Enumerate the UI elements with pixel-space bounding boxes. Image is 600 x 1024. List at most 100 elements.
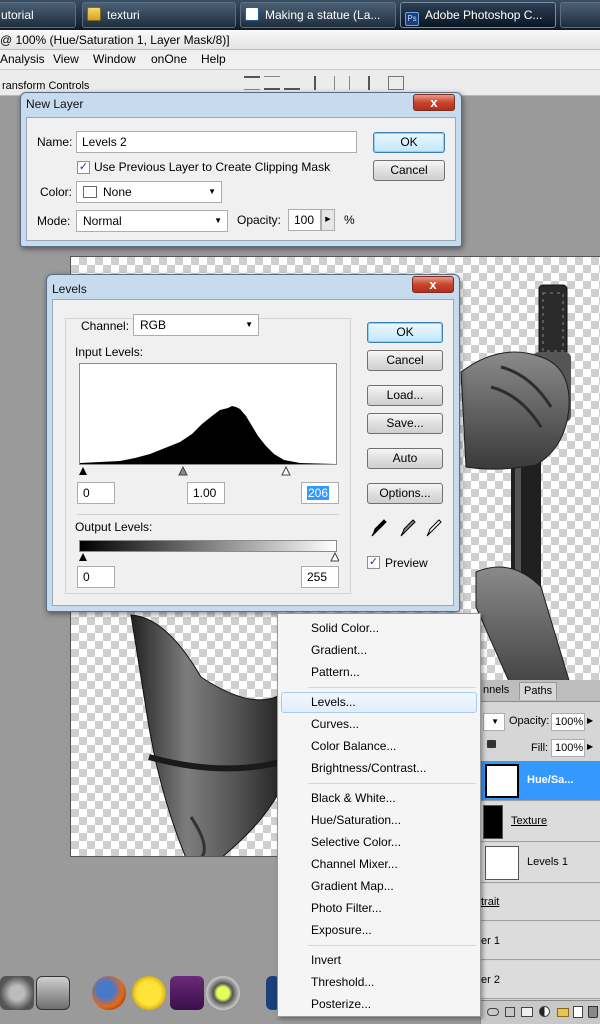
firefox-icon[interactable] xyxy=(92,976,126,1010)
ok-button[interactable]: OK xyxy=(373,132,445,153)
menu-analysis[interactable]: Analysis xyxy=(0,52,45,66)
auto-button[interactable]: Auto xyxy=(367,448,443,469)
menu-item-levels[interactable]: Levels... xyxy=(281,692,477,713)
input-levels-label: Input Levels: xyxy=(75,345,144,359)
taskbar-task-tutorial[interactable]: utorial xyxy=(0,2,76,28)
close-button[interactable]: x xyxy=(413,94,455,111)
opacity-stepper[interactable]: ▶ xyxy=(321,209,335,231)
menu-item-posterize[interactable]: Posterize... xyxy=(281,994,477,1015)
menu-item-photo-filter[interactable]: Photo Filter... xyxy=(281,898,477,919)
menu-item-exposure[interactable]: Exposure... xyxy=(281,920,477,941)
input-black-field[interactable]: 0 xyxy=(77,482,115,504)
output-black-field[interactable]: 0 xyxy=(77,566,115,588)
menu-window[interactable]: Window xyxy=(93,52,136,66)
fill-arrow-icon[interactable]: ▶ xyxy=(587,742,593,751)
menu-item-threshold[interactable]: Threshold... xyxy=(281,972,477,993)
output-white-field[interactable]: 255 xyxy=(301,566,339,588)
new-layer-icon[interactable] xyxy=(573,1006,583,1018)
input-slider[interactable] xyxy=(77,465,339,477)
align-bottom-icon[interactable] xyxy=(284,76,300,90)
align-left-icon[interactable] xyxy=(314,76,330,90)
close-button[interactable]: x xyxy=(412,276,454,293)
transform-controls-label[interactable]: ransform Controls xyxy=(2,80,89,92)
preview-checkbox[interactable]: ✓ xyxy=(367,556,380,569)
gray-eyedropper-icon[interactable] xyxy=(399,518,417,538)
gear-icon[interactable] xyxy=(0,976,34,1010)
new-group-icon[interactable] xyxy=(557,1008,569,1017)
chevron-down-icon: ▼ xyxy=(491,717,499,726)
dialog-body: Name: Levels 2 ✓ Use Previous Layer to C… xyxy=(26,117,456,241)
layer-row-layer-2[interactable]: er 2 xyxy=(481,961,600,999)
input-gamma-field[interactable]: 1.00 xyxy=(187,482,225,504)
lock-icon[interactable] xyxy=(487,740,496,748)
layer-row-levels-1[interactable]: Levels 1 xyxy=(481,843,600,883)
menu-onone[interactable]: onOne xyxy=(151,52,187,66)
document-title: @ 100% (Hue/Saturation 1, Layer Mask/8)] xyxy=(0,33,230,47)
task-label: texturi xyxy=(107,8,140,22)
layer-row-texture[interactable]: Texture xyxy=(481,802,600,842)
channel-label: Channel: xyxy=(81,319,130,333)
align-middle-icon[interactable] xyxy=(264,76,280,90)
ok-button[interactable]: OK xyxy=(367,322,443,343)
layer-fill-input[interactable]: 100% xyxy=(551,739,585,757)
channel-select[interactable]: RGB ▼ xyxy=(133,314,259,336)
menu-item-gradient-map[interactable]: Gradient Map... xyxy=(281,876,477,897)
clipping-mask-checkbox[interactable]: ✓ xyxy=(77,161,90,174)
auto-align-icon[interactable] xyxy=(388,76,404,90)
layer-thumbnail xyxy=(485,846,519,880)
menu-view[interactable]: View xyxy=(53,52,79,66)
app-icon[interactable] xyxy=(170,976,204,1010)
floppy-disk-icon[interactable] xyxy=(36,976,70,1010)
layer-name-input[interactable]: Levels 2 xyxy=(76,131,357,153)
menu-item-pattern[interactable]: Pattern... xyxy=(281,662,477,683)
menu-item-color-balance[interactable]: Color Balance... xyxy=(281,736,477,757)
taskbar-task-word[interactable]: Making a statue (La... xyxy=(240,2,396,28)
align-top-icon[interactable] xyxy=(244,76,260,90)
blend-mode-select[interactable]: ▼ xyxy=(483,713,505,731)
media-player-icon[interactable] xyxy=(206,976,240,1010)
save-button[interactable]: Save... xyxy=(367,413,443,434)
add-mask-icon[interactable] xyxy=(521,1007,533,1017)
layer-row-hue-saturation[interactable]: Hue/Sa... xyxy=(481,761,600,801)
color-select[interactable]: None ▼ xyxy=(76,181,222,203)
mode-select[interactable]: Normal ▼ xyxy=(76,210,228,232)
layer-row-portrait[interactable]: trait xyxy=(481,884,600,921)
align-right-icon[interactable] xyxy=(354,76,370,90)
yahoo-messenger-icon[interactable] xyxy=(132,976,166,1010)
options-button[interactable]: Options... xyxy=(367,483,443,504)
cancel-button[interactable]: Cancel xyxy=(373,160,445,181)
menu-item-channel-mixer[interactable]: Channel Mixer... xyxy=(281,854,477,875)
color-swatch xyxy=(83,186,97,198)
adjustment-layer-icon[interactable] xyxy=(539,1006,550,1017)
black-eyedropper-icon[interactable] xyxy=(370,518,388,538)
trash-icon[interactable] xyxy=(588,1006,598,1018)
tab-channels[interactable]: nnels xyxy=(483,684,509,696)
cancel-button[interactable]: Cancel xyxy=(367,350,443,371)
layer-thumbnail xyxy=(485,764,519,798)
layer-row-layer-1[interactable]: er 1 xyxy=(481,922,600,960)
taskbar-task-photoshop[interactable]: Ps Adobe Photoshop C... xyxy=(400,2,556,28)
input-white-field[interactable]: 206 xyxy=(301,482,339,504)
menu-item-selective-color[interactable]: Selective Color... xyxy=(281,832,477,853)
layer-opacity-input[interactable]: 100% xyxy=(551,713,585,731)
menu-item-invert[interactable]: Invert xyxy=(281,950,477,971)
link-layers-icon[interactable] xyxy=(487,1008,499,1016)
add-style-icon[interactable] xyxy=(505,1007,515,1017)
taskbar-task-texturi[interactable]: texturi xyxy=(82,2,236,28)
menu-item-curves[interactable]: Curves... xyxy=(281,714,477,735)
opacity-arrow-icon[interactable]: ▶ xyxy=(587,716,593,725)
tab-paths[interactable]: Paths xyxy=(519,682,558,700)
menu-help[interactable]: Help xyxy=(201,52,226,66)
opacity-input[interactable]: 100 xyxy=(288,209,321,231)
white-eyedropper-icon[interactable] xyxy=(425,518,443,538)
output-slider[interactable] xyxy=(77,551,339,563)
menu-item-black-white[interactable]: Black & White... xyxy=(281,788,477,809)
taskbar-task-more[interactable] xyxy=(560,2,600,28)
align-center-icon[interactable] xyxy=(334,76,350,90)
load-button[interactable]: Load... xyxy=(367,385,443,406)
color-label: Color: xyxy=(40,185,73,199)
menu-item-brightness-contrast[interactable]: Brightness/Contrast... xyxy=(281,758,477,779)
menu-item-gradient[interactable]: Gradient... xyxy=(281,640,477,661)
menu-item-hue-saturation[interactable]: Hue/Saturation... xyxy=(281,810,477,831)
menu-item-solid-color[interactable]: Solid Color... xyxy=(281,618,477,639)
